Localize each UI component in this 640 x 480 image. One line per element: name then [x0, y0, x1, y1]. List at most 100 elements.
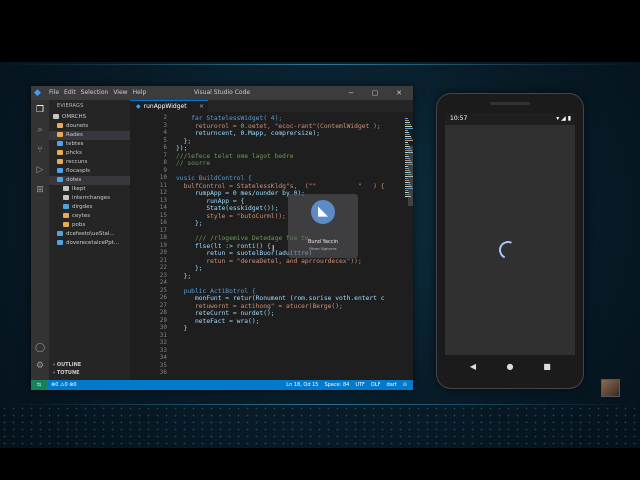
code-line: public ActiBotrol {	[176, 287, 256, 295]
sidebar-item[interactable]: OMRCHS	[49, 113, 130, 122]
line-number: 24	[159, 279, 167, 286]
folder-icon	[57, 132, 63, 137]
line-number: 12	[159, 189, 167, 196]
sidebar-item[interactable]: dirgdes	[49, 203, 130, 212]
code-line: returorol = 0.oetet, "ecoc-rant"(Conteml…	[176, 122, 381, 130]
problems-indicator[interactable]: ⊗0 ⚠0 ⊗0	[51, 380, 77, 390]
sidebar-item-label: Rades	[66, 132, 83, 138]
minimap-line	[405, 140, 413, 141]
loading-spinner-icon	[496, 238, 520, 262]
code-line: });	[176, 145, 188, 152]
end-of-line[interactable]: OLF	[371, 382, 381, 388]
sidebar-item[interactable]: pobs	[49, 221, 130, 230]
profile-overlay-card: ◣ Bund Yaccin Fitcen Sighcens	[288, 194, 358, 258]
settings-gear-icon[interactable]: ⚙	[34, 360, 46, 372]
folder-icon	[63, 204, 69, 209]
phone-clock: 10:57	[450, 115, 468, 122]
line-number: 36	[159, 369, 167, 376]
tab-runappwidget[interactable]: ◆ runAppWidget ×	[130, 100, 208, 112]
explorer-icon[interactable]: ❐	[34, 104, 46, 116]
code-line: flse(lt :> ronti() {	[176, 242, 271, 250]
recents-icon[interactable]: ■	[541, 362, 553, 372]
back-icon[interactable]: ◀	[467, 362, 479, 372]
menu-view[interactable]: View	[113, 89, 127, 96]
indentation[interactable]: Space: 84	[324, 382, 349, 388]
account-icon[interactable]: ◯	[34, 342, 46, 354]
cursor-position[interactable]: Ln 18, Od 15	[286, 382, 318, 388]
code-line: };	[176, 137, 192, 145]
code-line: ///lefece telet ome lagot bedre	[176, 152, 294, 160]
sidebar-item[interactable]: dounets	[49, 122, 130, 131]
notifications-icon[interactable]: ⊙	[403, 382, 407, 388]
home-icon[interactable]: ●	[504, 362, 516, 372]
tab-close-icon[interactable]: ×	[199, 101, 204, 113]
minimize-button[interactable]: −	[339, 86, 363, 100]
minimap-line	[405, 118, 408, 119]
webcam-thumbnail	[601, 379, 620, 397]
line-number: 34	[159, 354, 167, 361]
remote-indicator-icon[interactable]: ⇆	[31, 380, 47, 390]
sidebar-item[interactable]: interrchanges	[49, 194, 130, 203]
sidebar-item[interactable]: ceytes	[49, 212, 130, 221]
minimap-line	[405, 132, 409, 133]
code-line: // sourre	[176, 160, 211, 167]
timeline-section[interactable]: › TOTUNE	[53, 370, 80, 376]
line-number: 5	[163, 136, 167, 144]
folder-icon	[57, 159, 63, 164]
sidebar-item-label: pobs	[72, 222, 86, 228]
editor-scrollbar[interactable]	[408, 146, 413, 206]
source-control-icon[interactable]: ⑂	[34, 144, 46, 156]
outline-section[interactable]: › OUTLINE	[53, 362, 81, 368]
line-number: 33	[159, 346, 167, 354]
title-bar: Visual Studio Code ◆ File Edit Selection Vi…	[31, 86, 413, 100]
phone-screen[interactable]: 10:57 ▾ ◢ ▮	[445, 113, 575, 355]
editor-tab-bar: ◆ runAppWidget ×	[130, 100, 413, 112]
sidebar-item-label: tebtes	[66, 141, 84, 147]
dart-file-icon: ◆	[136, 103, 141, 110]
menu-edit[interactable]: Edit	[64, 89, 76, 96]
sidebar-item[interactable]: dcefeeto\ueStal...	[49, 230, 130, 239]
explorer-header: EVIERAGS	[57, 103, 84, 109]
sidebar-item[interactable]: phcks	[49, 149, 130, 158]
video-letterbox-bottom	[0, 448, 640, 480]
language-mode[interactable]: dart	[387, 382, 397, 388]
code-line: bulfControl = StatelessKldg"s, ("" " ) {	[176, 182, 385, 190]
sidebar-item[interactable]: doverecetaicePpt...	[49, 239, 130, 248]
search-icon[interactable]: ⌕	[34, 124, 46, 136]
encoding[interactable]: UTF	[355, 382, 365, 388]
run-debug-icon[interactable]: ▷	[34, 164, 46, 176]
sidebar-item-label: reccuns	[66, 159, 88, 165]
maximize-button[interactable]: ▢	[363, 86, 387, 100]
sidebar-item[interactable]: Rades	[49, 131, 130, 140]
sidebar-item[interactable]: dotes	[49, 176, 130, 185]
line-number: 25	[159, 286, 167, 294]
line-number: 3	[163, 121, 167, 129]
line-number: 28	[159, 309, 167, 316]
folder-icon	[57, 231, 63, 236]
code-line: }	[176, 325, 188, 332]
line-number: 20	[159, 249, 167, 256]
line-number: 26	[159, 294, 167, 301]
line-number: 2	[163, 114, 167, 121]
line-number: 18	[159, 234, 167, 241]
activity-bar: ❐ ⌕ ⑂ ▷ ⊞ ◯ ⚙	[31, 100, 49, 380]
code-line: rumpApp = 0 mes/ounder by 0);	[176, 190, 305, 197]
menu-help[interactable]: Help	[133, 89, 147, 96]
code-line: reteCurnt = nurdet();	[176, 310, 275, 317]
sidebar-item[interactable]: lkept	[49, 185, 130, 194]
sidebar-item-label: dirgdes	[72, 204, 93, 210]
sidebar-item[interactable]: tebtes	[49, 140, 130, 149]
menu-file[interactable]: File	[49, 89, 59, 96]
code-line: };	[176, 265, 203, 272]
close-window-button[interactable]: ✕	[387, 86, 411, 100]
sidebar-item[interactable]: flocaspls	[49, 167, 130, 176]
minimap-line	[405, 144, 409, 145]
code-line: retun = "dereaDetel, and aprrourdecex"))…	[176, 257, 362, 265]
folder-icon	[63, 195, 69, 200]
extensions-icon[interactable]: ⊞	[34, 184, 46, 196]
sidebar-item[interactable]: reccuns	[49, 158, 130, 167]
sidebar-item-label: phcks	[66, 150, 83, 156]
line-number: 32	[159, 339, 167, 346]
menu-selection[interactable]: Selection	[81, 89, 109, 96]
vscode-logo-icon: ◆	[34, 88, 41, 98]
